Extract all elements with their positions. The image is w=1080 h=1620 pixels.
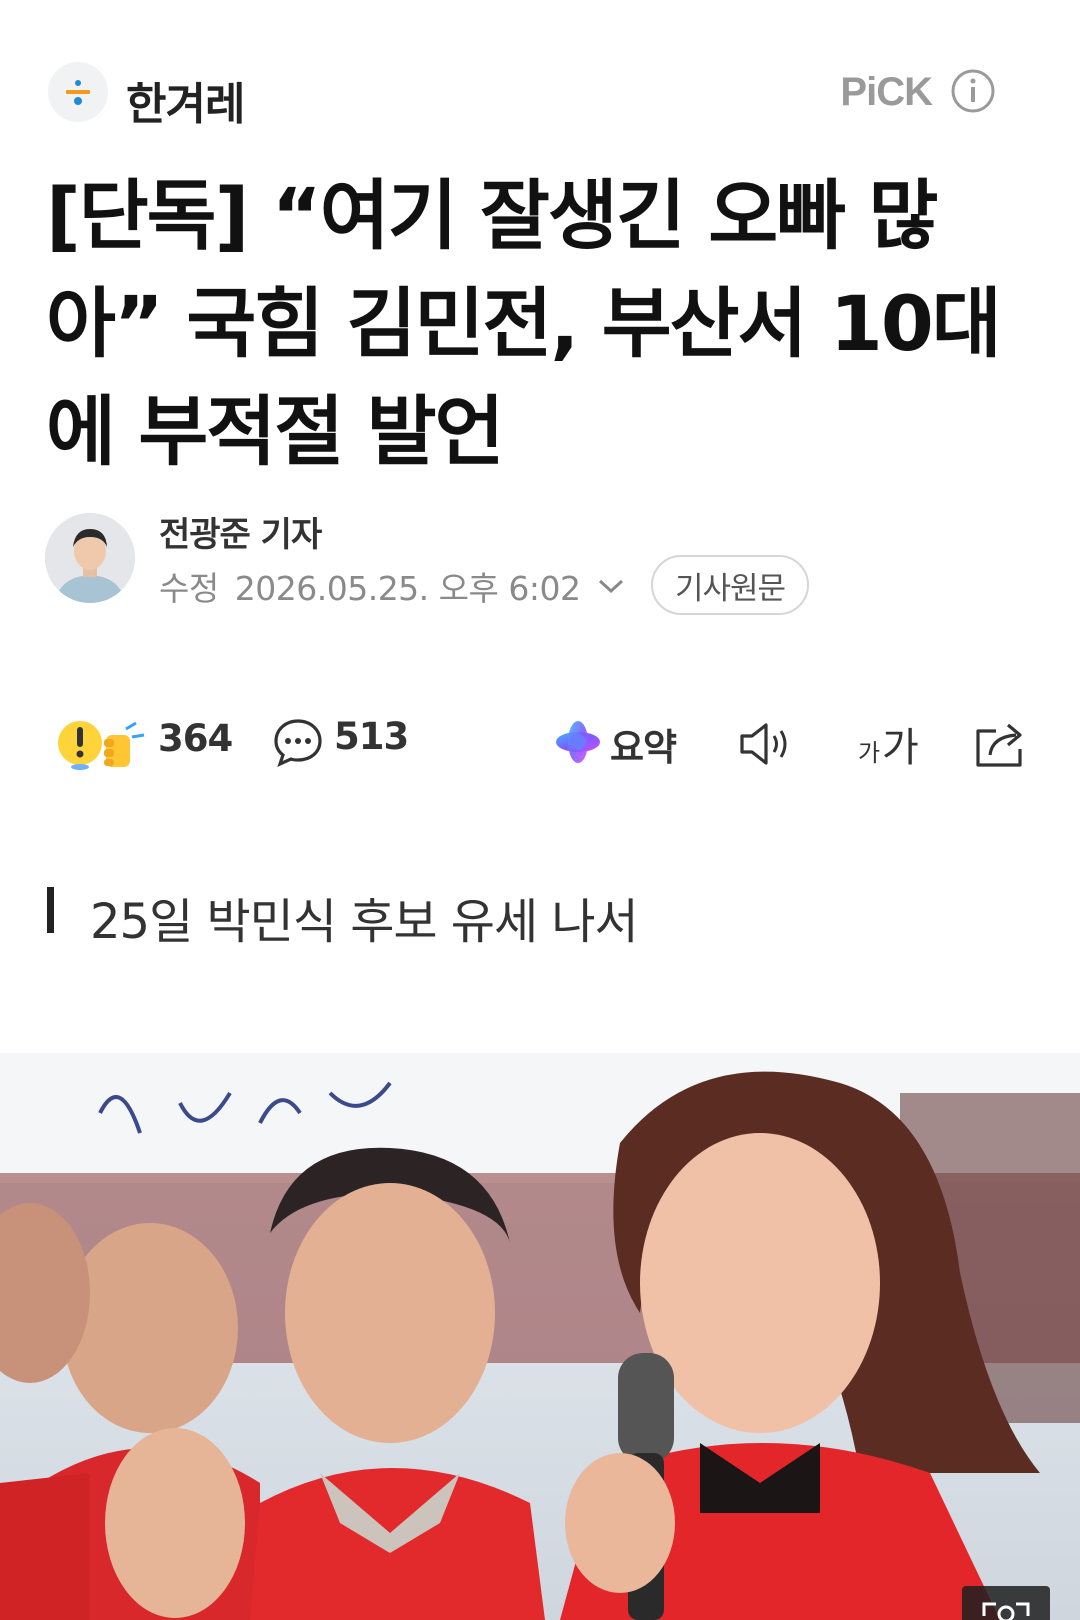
pick-label: PiCK <box>840 70 933 114</box>
expand-icon <box>982 1602 1030 1620</box>
svg-text:가: 가 <box>858 739 880 767</box>
reporter-photo <box>45 513 135 603</box>
date-value: 2026.05.25. 오후 6:02 <box>234 569 581 608</box>
date-label: 수정 <box>159 569 219 608</box>
reporter-avatar[interactable] <box>45 513 135 603</box>
expand-photo-icon[interactable] <box>962 1586 1050 1620</box>
comment-icon[interactable] <box>272 717 324 767</box>
original-article-button[interactable]: 기사원문 <box>651 555 809 615</box>
speaker-icon[interactable] <box>736 719 796 769</box>
comment-count[interactable]: 513 <box>334 715 409 758</box>
subtitle-bar <box>47 887 54 933</box>
svg-text:가: 가 <box>882 725 919 771</box>
summary-label[interactable]: 요약 <box>610 717 677 771</box>
chevron-down-icon[interactable] <box>596 576 626 596</box>
reporter-name[interactable]: 전광준 기자 <box>159 507 322 556</box>
share-icon[interactable] <box>972 717 1032 769</box>
action-bar: 364 513 요약 가 가 <box>48 705 1038 775</box>
press-logo-icon[interactable] <box>48 62 108 122</box>
article-date[interactable]: 수정 2026.05.25. 오후 6:02 <box>159 562 626 610</box>
reaction-count[interactable]: 364 <box>158 717 233 760</box>
press-header: 한겨레 PiCK <box>48 62 1032 130</box>
hankyoreh-logo-icon <box>66 80 90 105</box>
reaction-icons[interactable] <box>56 715 148 771</box>
article-subtitle: 25일 박민식 후보 유세 나서 <box>90 894 639 950</box>
ai-summary-icon[interactable] <box>553 719 603 765</box>
campaign-photo <box>0 1053 1080 1620</box>
font-size-icon[interactable]: 가 가 <box>856 715 926 771</box>
press-name[interactable]: 한겨레 <box>126 68 245 132</box>
info-icon[interactable] <box>950 68 996 114</box>
article-photo[interactable] <box>0 1053 1080 1620</box>
article-title: [단독] “여기 잘생긴 오빠 많아” 국힘 김민전, 부산서 10대에 부적절… <box>46 171 1002 476</box>
